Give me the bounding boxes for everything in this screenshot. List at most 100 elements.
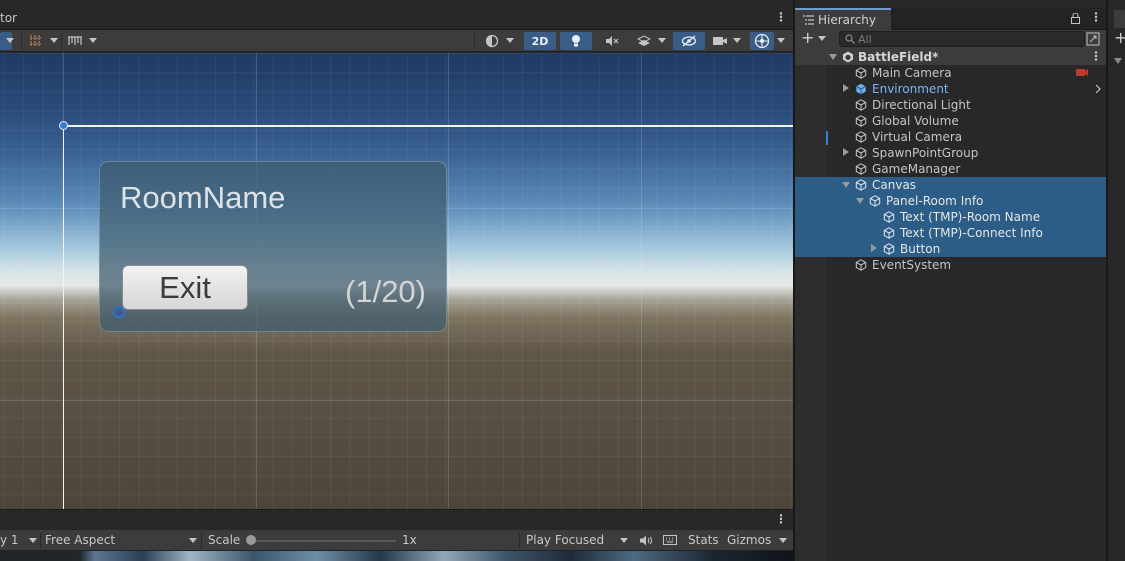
gizmos-toggle-icon[interactable] <box>750 32 774 50</box>
shading-mode-icon[interactable] <box>481 32 503 50</box>
adjacent-panel-edge: + <box>1106 0 1125 561</box>
game-more-menu-icon[interactable]: ⋮ <box>775 512 787 526</box>
adjacent-foldout-icon[interactable] <box>1114 58 1122 64</box>
hierarchy-item-directional-light[interactable]: Directional Light <box>795 97 1106 113</box>
stats-toggle[interactable]: Stats <box>688 533 719 547</box>
hierarchy-item-virtual-camera[interactable]: Virtual Camera <box>795 129 1106 145</box>
display-dropdown-icon[interactable] <box>29 538 37 543</box>
hierarchy-tab-label: Hierarchy <box>818 13 877 27</box>
item-label: Text (TMP)-Connect Info <box>900 226 1043 240</box>
hierarchy-search-field[interactable] <box>839 31 1085 47</box>
audio-toggle-icon[interactable] <box>596 32 628 50</box>
adjacent-add-icon[interactable]: + <box>1114 28 1125 47</box>
gameobject-icon <box>883 211 895 223</box>
grid-snap-icon[interactable] <box>24 32 48 50</box>
item-label: EventSystem <box>872 258 952 272</box>
item-label: Panel-Room Info <box>886 194 984 208</box>
scene-tab-label[interactable]: tor <box>0 11 17 25</box>
room-name-text[interactable]: RoomName <box>120 180 285 216</box>
item-label: Virtual Camera <box>872 130 963 144</box>
gameobject-icon <box>855 163 867 175</box>
camera-gizmo-icon[interactable] <box>1075 66 1089 79</box>
gameobject-icon <box>855 131 867 143</box>
grid-snap-dropdown-icon[interactable] <box>50 38 58 43</box>
hierarchy-more-menu-icon[interactable]: ⋮ <box>1090 10 1102 24</box>
hierarchy-item-gamemanager[interactable]: GameManager <box>795 161 1106 177</box>
gizmos-toggle[interactable]: Gizmos <box>727 533 771 547</box>
gameobject-icon <box>883 227 895 239</box>
hierarchy-item-global-volume[interactable]: Global Volume <box>795 113 1106 129</box>
game-tab-bar: ⋮ <box>0 509 793 530</box>
scene-root-row[interactable]: BattleField* ⋮ <box>795 49 1106 65</box>
foldout-arrow-icon[interactable] <box>843 84 849 92</box>
gameobject-icon <box>855 99 867 111</box>
increment-snap-dropdown-icon[interactable] <box>89 38 97 43</box>
gameobject-icon <box>855 67 867 79</box>
room-info-panel[interactable]: RoomName Exit (1/20) <box>99 161 447 332</box>
item-label: GameManager <box>872 162 961 176</box>
chevron-right-icon[interactable] <box>1095 84 1101 94</box>
hierarchy-item-text-connect-info[interactable]: Text (TMP)-Connect Info <box>795 225 1106 241</box>
aspect-dropdown-icon[interactable] <box>189 538 197 543</box>
canvas-rect-top-edge <box>63 125 793 127</box>
2d-mode-button[interactable]: 2D <box>524 32 556 50</box>
scene-viewport[interactable]: RoomName Exit (1/20) <box>0 53 793 509</box>
hierarchy-search-input[interactable] <box>858 32 1058 46</box>
scale-value: 1x <box>402 533 417 547</box>
scene-view-panel: tor ⋮ 2D RoomName Exit (1/20) ⋮ y 1 Free… <box>0 0 793 561</box>
item-label: Canvas <box>872 178 917 192</box>
camera-settings-icon[interactable] <box>709 32 731 50</box>
hierarchy-item-environment[interactable]: Environment <box>795 81 1106 97</box>
scene-row-menu-icon[interactable]: ⋮ <box>1090 49 1102 63</box>
effects-dropdown-icon[interactable] <box>658 38 666 43</box>
shading-dropdown-icon[interactable] <box>506 38 514 43</box>
scale-slider-knob[interactable] <box>246 535 256 545</box>
connect-info-text[interactable]: (1/20) <box>345 274 426 310</box>
gameobject-icon <box>855 179 867 191</box>
search-options-icon[interactable] <box>1086 32 1100 46</box>
keyboard-shortcuts-icon[interactable] <box>661 531 679 549</box>
rect-pivot-handle[interactable] <box>113 306 125 318</box>
gameobject-icon <box>855 259 867 271</box>
item-label: SpawnPointGroup <box>872 146 979 160</box>
add-object-button[interactable]: + <box>801 30 829 48</box>
foldout-arrow-icon[interactable] <box>842 182 850 188</box>
prefab-icon <box>856 83 866 95</box>
exit-button-label: Exit <box>159 269 211 305</box>
adjacent-tab[interactable] <box>1114 10 1125 28</box>
effects-toggle-icon[interactable] <box>632 32 656 50</box>
scale-label: Scale <box>208 533 241 547</box>
play-mode-dropdown[interactable]: Play Focused <box>526 533 604 547</box>
scene-visibility-icon[interactable] <box>673 32 705 50</box>
tool-dropdown-icon[interactable] <box>6 38 14 43</box>
foldout-arrow-icon[interactable] <box>843 148 849 156</box>
scale-slider-track[interactable] <box>250 540 396 542</box>
gameobject-icon <box>855 147 867 159</box>
canvas-corner-handle[interactable] <box>59 121 68 130</box>
lock-icon[interactable] <box>1071 13 1080 24</box>
scene-name: BattleField* <box>858 50 939 64</box>
hierarchy-item-spawnpointgroup[interactable]: SpawnPointGroup <box>795 145 1106 161</box>
foldout-arrow-icon[interactable] <box>871 244 877 252</box>
foldout-arrow-icon[interactable] <box>856 198 864 204</box>
play-mode-dropdown-icon[interactable] <box>620 538 628 543</box>
aspect-dropdown[interactable]: Free Aspect <box>45 533 115 547</box>
gizmos-dropdown-icon[interactable] <box>777 38 785 43</box>
camera-dropdown-icon[interactable] <box>733 38 741 43</box>
hierarchy-item-text-room-name[interactable]: Text (TMP)-Room Name <box>795 209 1106 225</box>
mute-audio-icon[interactable] <box>636 531 654 549</box>
increment-snap-icon[interactable] <box>64 32 86 50</box>
scene-more-menu-icon[interactable]: ⋮ <box>775 10 787 24</box>
hierarchy-item-button[interactable]: Button <box>795 241 1106 257</box>
exit-button[interactable]: Exit <box>122 265 248 310</box>
foldout-arrow-icon[interactable] <box>829 54 837 60</box>
tab-hierarchy[interactable]: Hierarchy <box>795 8 891 30</box>
hierarchy-item-panel-room-info[interactable]: Panel-Room Info <box>795 193 1106 209</box>
hierarchy-item-eventsystem[interactable]: EventSystem <box>795 257 1106 273</box>
lighting-toggle-icon[interactable] <box>560 32 592 50</box>
list-icon <box>803 15 814 25</box>
hierarchy-item-canvas[interactable]: Canvas <box>795 177 1106 193</box>
gizmos-menu-dropdown-icon[interactable] <box>779 538 787 543</box>
display-dropdown[interactable]: y 1 <box>0 533 19 547</box>
hierarchy-item-main-camera[interactable]: Main Camera <box>795 65 1106 81</box>
